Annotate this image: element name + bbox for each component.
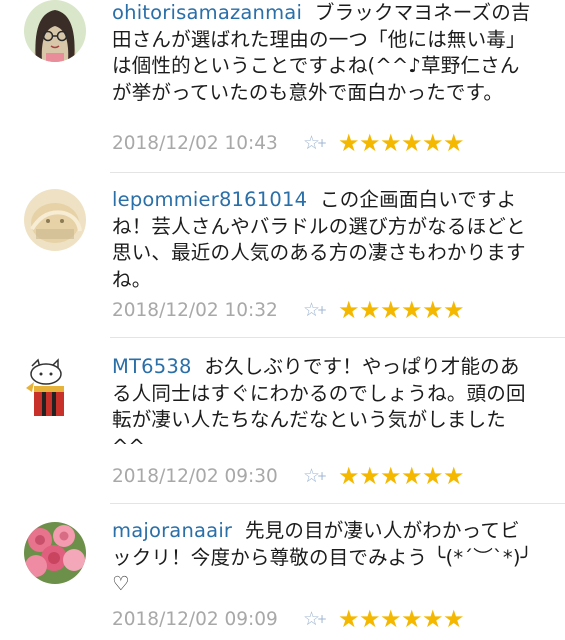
add-favorite-icon[interactable]: ☆ + [303, 132, 329, 154]
comment-meta: 2018/12/02 10:43 ☆ + ★ ★ ★ ★ ★ ★ [112, 128, 465, 158]
star-rating: ★ ★ ★ ★ ★ ★ [338, 462, 465, 490]
star-icon: ★ [380, 605, 402, 633]
comment-item: lepommier8161014 この企画面白いですよね！芸人さんやバラドルの選… [0, 185, 565, 335]
username-link[interactable]: MT6538 [112, 355, 192, 378]
timestamp: 2018/12/02 09:09 [112, 608, 278, 630]
cat-in-box-avatar-icon [24, 358, 86, 420]
star-icon: ★ [359, 129, 381, 157]
star-rating: ★ ★ ★ ★ ★ ★ [338, 296, 465, 324]
add-favorite-icon[interactable]: ☆ + [303, 608, 329, 630]
avatar[interactable] [24, 0, 86, 62]
star-rating: ★ ★ ★ ★ ★ ★ [338, 129, 465, 157]
beige-character-avatar-icon [24, 189, 86, 251]
divider [110, 172, 565, 173]
timestamp: 2018/12/02 10:32 [112, 299, 278, 321]
star-rating: ★ ★ ★ ★ ★ ★ [338, 605, 465, 633]
comment-body: lepommier8161014 この企画面白いですよね！芸人さんやバラドルの選… [112, 187, 537, 293]
username-link[interactable]: majoranaair [112, 519, 232, 542]
star-icon: ★ [359, 296, 381, 324]
comment-item: ohitorisamazanmai ブラックマヨネーズの吉田さんが選ばれた理由の… [0, 0, 565, 172]
star-icon: ★ [443, 296, 465, 324]
comment-item: majoranaair 先見の目が凄い人がわかってビックリ！今度から尊敬の目でみ… [0, 518, 565, 640]
star-icon: ★ [380, 296, 402, 324]
star-icon: ★ [401, 462, 423, 490]
star-icon: ★ [338, 129, 360, 157]
star-icon: ★ [338, 605, 360, 633]
avatar[interactable] [24, 358, 86, 420]
star-icon: ★ [338, 462, 360, 490]
username-link[interactable]: ohitorisamazanmai [112, 1, 302, 24]
star-icon: ★ [359, 462, 381, 490]
pink-roses-avatar-icon [24, 522, 86, 584]
comment-meta: 2018/12/02 10:32 ☆ + ★ ★ ★ ★ ★ ★ [112, 295, 465, 325]
woman-with-glasses-avatar-icon [24, 0, 86, 62]
star-icon: ★ [443, 462, 465, 490]
star-icon: ★ [422, 296, 444, 324]
star-icon: ★ [443, 605, 465, 633]
add-favorite-icon[interactable]: ☆ + [303, 465, 329, 487]
username-link[interactable]: lepommier8161014 [112, 188, 307, 211]
star-icon: ★ [422, 605, 444, 633]
star-icon: ★ [401, 605, 423, 633]
comment-body: MT6538 お久しぶりです！やっぱり才能のある人同士はすぐにわかるのでしょうね… [112, 354, 537, 460]
add-favorite-icon[interactable]: ☆ + [303, 299, 329, 321]
star-icon: ★ [380, 462, 402, 490]
star-icon: ★ [401, 129, 423, 157]
avatar[interactable] [24, 522, 86, 584]
star-icon: ★ [338, 296, 360, 324]
star-icon: ★ [380, 129, 402, 157]
timestamp: 2018/12/02 10:43 [112, 132, 278, 154]
comment-item: MT6538 お久しぶりです！やっぱり才能のある人同士はすぐにわかるのでしょうね… [0, 352, 565, 502]
comment-meta: 2018/12/02 09:09 ☆ + ★ ★ ★ ★ ★ ★ [112, 604, 465, 634]
star-icon: ★ [401, 296, 423, 324]
avatar[interactable] [24, 189, 86, 251]
comment-body: majoranaair 先見の目が凄い人がわかってビックリ！今度から尊敬の目でみ… [112, 518, 537, 598]
comment-body: ohitorisamazanmai ブラックマヨネーズの吉田さんが選ばれた理由の… [112, 0, 537, 106]
timestamp: 2018/12/02 09:30 [112, 465, 278, 487]
comment-meta: 2018/12/02 09:30 ☆ + ★ ★ ★ ★ ★ ★ [112, 461, 465, 491]
star-icon: ★ [443, 129, 465, 157]
star-icon: ★ [359, 605, 381, 633]
star-icon: ★ [422, 129, 444, 157]
divider [110, 337, 565, 338]
divider [110, 503, 565, 504]
star-icon: ★ [422, 462, 444, 490]
